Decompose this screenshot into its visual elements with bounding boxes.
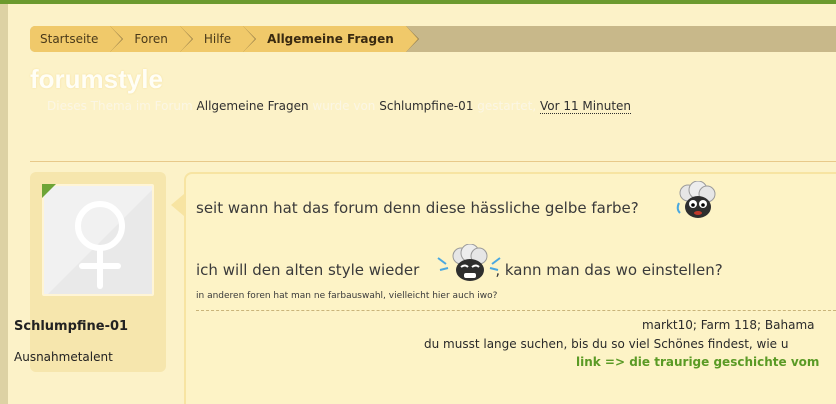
post-line-3: in anderen foren hat man ne farbauswahl,…	[196, 291, 498, 301]
sheep-crying-icon	[434, 243, 504, 288]
breadcrumb-home-link[interactable]: Startseite	[30, 26, 124, 52]
signature-line-1: markt10; Farm 118; Bahama	[642, 318, 815, 332]
post-line-1: seit wann hat das forum denn diese hässl…	[196, 199, 639, 217]
post-line-2-end: , kann man das wo einstellen?	[495, 261, 723, 279]
meta-prefix: Dieses Thema im Forum	[47, 99, 193, 113]
meta-forum-link[interactable]: Allgemeine Fragen	[197, 99, 309, 113]
author-box	[30, 172, 166, 372]
meta-date-link[interactable]: Vor 11 Minuten	[539, 99, 632, 114]
sheep-sad-icon	[674, 180, 720, 225]
avatar[interactable]	[42, 184, 154, 296]
author-rank: Ausnahmetalent	[14, 350, 113, 364]
signature-link[interactable]: link => die traurige geschichte vom	[576, 355, 819, 369]
breadcrumb: Startseite Foren Hilfe Allgemeine Fragen	[30, 26, 836, 52]
female-symbol-icon	[44, 186, 152, 294]
header-divider	[30, 161, 836, 162]
top-accent-bar	[0, 0, 836, 4]
meta-author-link[interactable]: Schlumpfine-01	[379, 99, 473, 113]
post-pointer-arrow	[171, 194, 184, 216]
left-edge-border	[0, 4, 8, 404]
post-line-2-start: ich will den alten style wieder	[196, 261, 420, 279]
author-name[interactable]: Schlumpfine-01	[14, 318, 134, 335]
breadcrumb-current-forum-link[interactable]: Allgemeine Fragen	[243, 26, 419, 52]
avatar-online-marker	[42, 184, 56, 198]
thread-meta: Dieses Thema im Forum Allgemeine Fragen …	[47, 99, 632, 114]
signature-line-2: du musst lange suchen, bis du so viel Sc…	[424, 337, 789, 351]
signature-separator	[196, 310, 836, 311]
meta-middle: wurde von	[312, 99, 376, 113]
thread-title: forumstyle	[30, 64, 163, 94]
meta-suffix: gestartet,	[477, 99, 537, 113]
